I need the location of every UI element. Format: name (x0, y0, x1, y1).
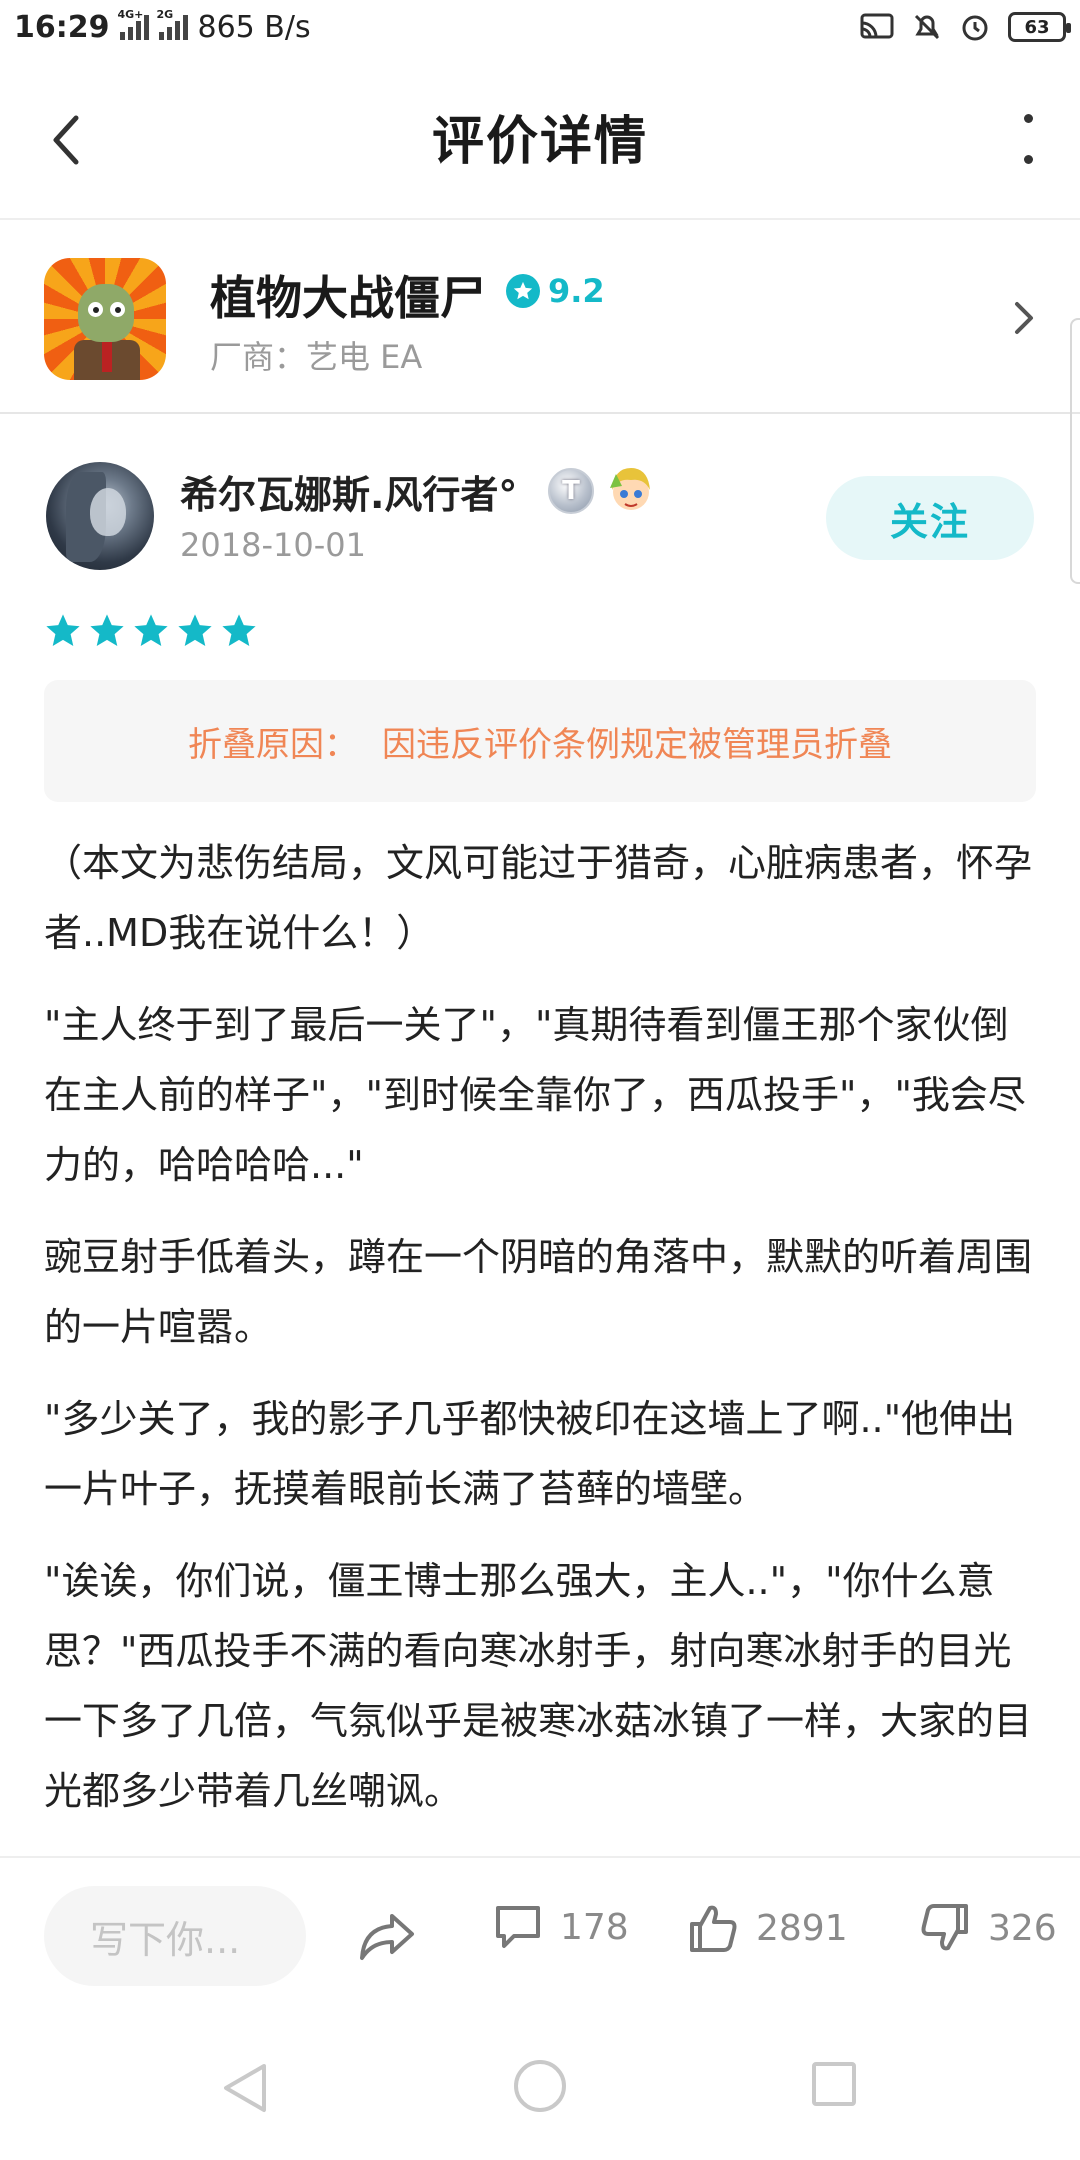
dislike-button[interactable]: 326 (918, 1902, 1057, 1954)
bottom-action-bar: 写下你... 178 2891 326 (0, 1856, 1080, 2016)
rating-score: 9.2 (548, 272, 605, 310)
status-bar: 16:29 4G+ 2G 865 B/s 63 (0, 0, 1080, 54)
review-paragraph: （本文为悲伤结局，文风可能过于猎奇，心脏病患者，怀孕者..MD我在说什么！） (44, 841, 1033, 955)
comment-count-button[interactable]: 178 (492, 1902, 629, 1952)
nav-home-icon[interactable] (514, 2060, 566, 2112)
star-icon (46, 614, 80, 647)
fold-reason: 因违反评价条例规定被管理员折叠 (382, 724, 892, 765)
scroll-indicator (1070, 318, 1080, 584)
review-content: （本文为悲伤结局，文风可能过于猎奇，心脏病患者，怀孕者..MD我在说什么！） "… (44, 828, 1044, 1848)
app-header: 评价详情 (0, 54, 1080, 220)
comment-icon (496, 1906, 540, 1948)
network-speed: 865 B/s (197, 9, 311, 45)
thumbs-down-icon (921, 1904, 968, 1951)
review-paragraph: "多少关了，我的影子几乎都快被印在这墙上了啊.."他伸出一片叶子，抚摸着眼前长满… (44, 1397, 1016, 1511)
star-icon (178, 614, 212, 647)
cast-icon (860, 13, 894, 39)
username[interactable]: 希尔瓦娜斯.风行者° (180, 464, 517, 519)
star-icon (222, 614, 256, 647)
like-count: 2891 (756, 1907, 848, 1949)
review-paragraph: 豌豆射手低着头，蹲在一个阴暗的角落中，默默的听着周围的一片喧嚣。 (44, 1235, 1033, 1349)
chevron-right-icon[interactable] (1012, 298, 1036, 338)
alarm-icon (962, 15, 988, 41)
comment-count: 178 (560, 1906, 629, 1948)
star-icon (134, 614, 168, 647)
more-options-icon[interactable] (1016, 114, 1040, 164)
nav-recent-apps-icon[interactable] (812, 2062, 856, 2106)
follow-button[interactable]: 关注 (826, 476, 1034, 560)
app-vendor: 厂商：艺电 EA (210, 338, 423, 376)
signal-4g-icon: 4G+ (118, 8, 149, 40)
app-name[interactable]: 植物大战僵尸 (210, 262, 486, 328)
user-avatar[interactable] (46, 462, 154, 570)
app-icon[interactable] (44, 258, 166, 380)
star-icon (90, 614, 124, 647)
app-info-card[interactable]: 植物大战僵尸 9.2 厂商：艺电 EA (0, 222, 1080, 414)
review-paragraph: "诶诶，你们说，僵王博士那么强大，主人.."，"你什么意思？"西瓜投手不满的看向… (44, 1559, 1033, 1813)
rating-star-icon (506, 274, 540, 308)
signal-2g-icon: 2G (157, 8, 188, 40)
review-stars (44, 612, 258, 650)
share-icon[interactable] (356, 1908, 418, 1964)
system-nav-bar (0, 2016, 1080, 2160)
app-rating: 9.2 (506, 272, 605, 310)
fold-notice: 折叠原因： 因违反评价条例规定被管理员折叠 (44, 680, 1036, 802)
dislike-count: 326 (988, 1907, 1057, 1949)
page-title: 评价详情 (431, 111, 648, 172)
back-arrow-icon[interactable] (46, 112, 86, 168)
comment-input[interactable]: 写下你... (44, 1886, 306, 1986)
fold-label: 折叠原因： (188, 724, 358, 765)
thumbs-up-icon (690, 1905, 737, 1952)
bell-muted-icon (914, 14, 940, 40)
character-badge-icon (610, 468, 650, 510)
battery-icon: 63 (1008, 12, 1071, 42)
level-badge-icon: T (548, 468, 594, 514)
review-paragraph: "主人终于到了最后一关了"，"真期待看到僵王那个家伙倒在主人前的样子"，"到时候… (44, 1003, 1026, 1187)
status-time: 16:29 (14, 9, 110, 45)
nav-back-icon[interactable] (220, 2060, 270, 2116)
review-detail-page: 16:29 4G+ 2G 865 B/s 63 评价详情 植物大战僵尸 9.2 … (0, 0, 1080, 2160)
like-button[interactable]: 2891 (686, 1902, 848, 1954)
review-date: 2018-10-01 (180, 526, 366, 564)
